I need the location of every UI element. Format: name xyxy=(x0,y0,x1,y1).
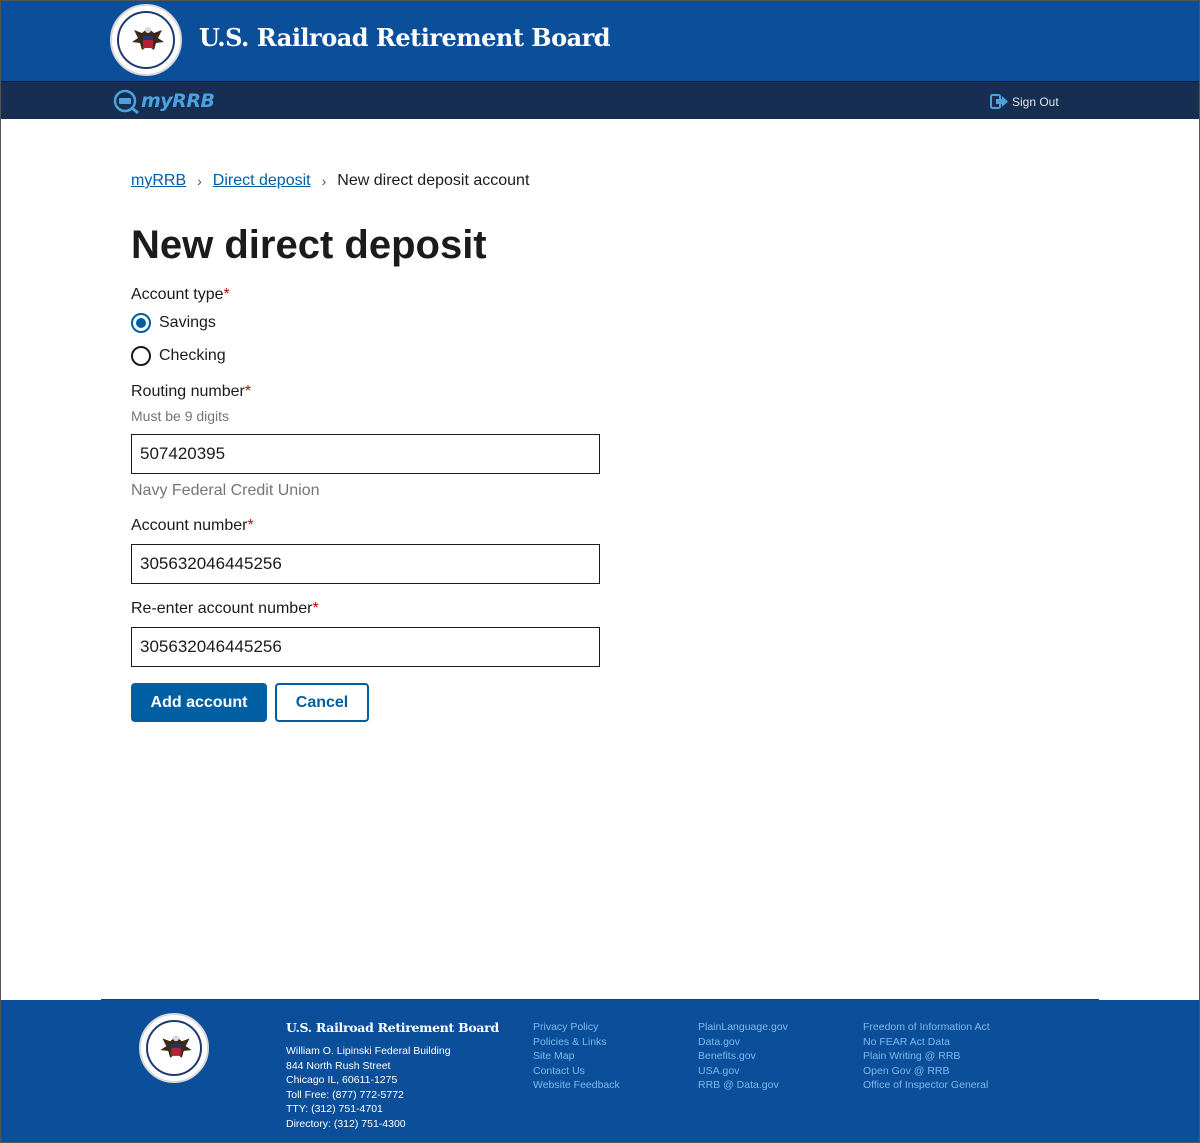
footer-link-site-map[interactable]: Site Map xyxy=(533,1049,620,1064)
footer-address-line: 844 North Rush Street xyxy=(286,1059,391,1072)
footer-toll-free: Toll Free: (877) 772-5772 xyxy=(286,1088,404,1101)
chevron-right-icon: › xyxy=(197,173,202,189)
footer-link-data-gov[interactable]: Data.gov xyxy=(698,1035,788,1050)
footer-links-col-1: Privacy Policy Policies & Links Site Map… xyxy=(533,1020,620,1093)
radio-checking[interactable]: Checking xyxy=(131,346,226,366)
site-header: U.S. Railroad Retirement Board xyxy=(1,1,1199,81)
footer-org-name: U.S. Railroad Retirement Board xyxy=(286,1020,499,1035)
routing-number-label-text: Routing number xyxy=(131,383,245,400)
sign-out-icon xyxy=(990,94,1008,109)
site-title[interactable]: U.S. Railroad Retirement Board xyxy=(199,23,611,52)
add-account-button[interactable]: Add account xyxy=(131,683,267,722)
account-number-label-text: Account number xyxy=(131,517,248,534)
required-mark: * xyxy=(244,383,252,400)
sub-nav-bar: myRRB Sign Out xyxy=(1,81,1199,119)
myrrb-badge-icon xyxy=(112,88,140,115)
routing-number-input[interactable] xyxy=(131,434,600,474)
account-number-input[interactable] xyxy=(131,544,600,584)
chevron-right-icon: › xyxy=(321,173,327,189)
footer-links-col-2: PlainLanguage.gov Data.gov Benefits.gov … xyxy=(698,1020,788,1093)
footer-link-privacy-policy[interactable]: Privacy Policy xyxy=(533,1020,620,1035)
radio-checking-label: Checking xyxy=(159,347,226,364)
radio-savings-label: Savings xyxy=(159,314,216,331)
required-mark: * xyxy=(312,600,319,617)
footer-tty: TTY: (312) 751-4701 xyxy=(286,1103,383,1116)
breadcrumb-link-myrrb[interactable]: myRRB xyxy=(131,172,186,190)
sign-out-link[interactable]: Sign Out xyxy=(990,94,1059,109)
sign-out-label: Sign Out xyxy=(1012,94,1059,109)
footer-link-plainlanguage[interactable]: PlainLanguage.gov xyxy=(698,1020,788,1035)
footer-link-benefits-gov[interactable]: Benefits.gov xyxy=(698,1049,788,1064)
breadcrumb: myRRB › Direct deposit › New direct depo… xyxy=(131,172,529,190)
footer-address-line: Chicago IL, 60611-1275 xyxy=(286,1074,398,1087)
radio-savings-circle[interactable] xyxy=(131,313,151,333)
footer-link-plain-writing[interactable]: Plain Writing @ RRB xyxy=(863,1049,990,1064)
footer-link-no-fear[interactable]: No FEAR Act Data xyxy=(863,1035,990,1050)
footer-link-inspector-general[interactable]: Office of Inspector General xyxy=(863,1078,990,1093)
footer-link-usa-gov[interactable]: USA.gov xyxy=(698,1064,788,1079)
routing-number-label: Routing number* xyxy=(131,383,251,401)
myrrb-logo-text: myRRB xyxy=(141,90,215,112)
footer-link-website-feedback[interactable]: Website Feedback xyxy=(533,1078,620,1093)
footer-link-contact-us[interactable]: Contact Us xyxy=(533,1064,620,1079)
myrrb-logo[interactable]: myRRB xyxy=(112,88,215,115)
reenter-account-number-input[interactable] xyxy=(131,627,600,667)
required-mark: * xyxy=(247,517,254,534)
routing-number-hint: Must be 9 digits xyxy=(131,408,230,424)
footer-address-line: William O. Lipinski Federal Building xyxy=(286,1045,451,1057)
breadcrumb-link-direct-deposit[interactable]: Direct deposit xyxy=(213,172,311,190)
footer-rrb-seal-logo xyxy=(139,1013,209,1083)
footer-links-col-3: Freedom of Information Act No FEAR Act D… xyxy=(863,1020,990,1093)
rrb-seal-logo[interactable] xyxy=(110,4,182,76)
footer-link-foia[interactable]: Freedom of Information Act xyxy=(863,1020,990,1035)
page-title: New direct deposit xyxy=(131,223,487,267)
footer-address: William O. Lipinski Federal Building 844… xyxy=(286,1044,451,1132)
account-number-label: Account number* xyxy=(131,517,254,535)
footer-link-rrb-data-gov[interactable]: RRB @ Data.gov xyxy=(698,1078,788,1093)
footer-directory: Directory: (312) 751-4300 xyxy=(286,1117,406,1130)
account-type-label: Account type* xyxy=(131,286,230,304)
reenter-account-number-label: Re-enter account number* xyxy=(131,600,319,618)
cancel-button[interactable]: Cancel xyxy=(275,683,369,722)
breadcrumb-current: New direct deposit account xyxy=(337,172,530,189)
bank-name: Navy Federal Credit Union xyxy=(131,482,320,499)
account-type-label-text: Account type xyxy=(131,286,224,303)
site-footer: U.S. Railroad Retirement Board William O… xyxy=(1,1000,1199,1142)
footer-link-open-gov[interactable]: Open Gov @ RRB xyxy=(863,1064,990,1079)
radio-savings[interactable]: Savings xyxy=(131,313,216,333)
footer-link-policies-links[interactable]: Policies & Links xyxy=(533,1035,620,1050)
reenter-account-number-label-text: Re-enter account number xyxy=(131,600,313,617)
radio-checking-circle[interactable] xyxy=(131,346,151,366)
required-mark: * xyxy=(223,286,230,303)
